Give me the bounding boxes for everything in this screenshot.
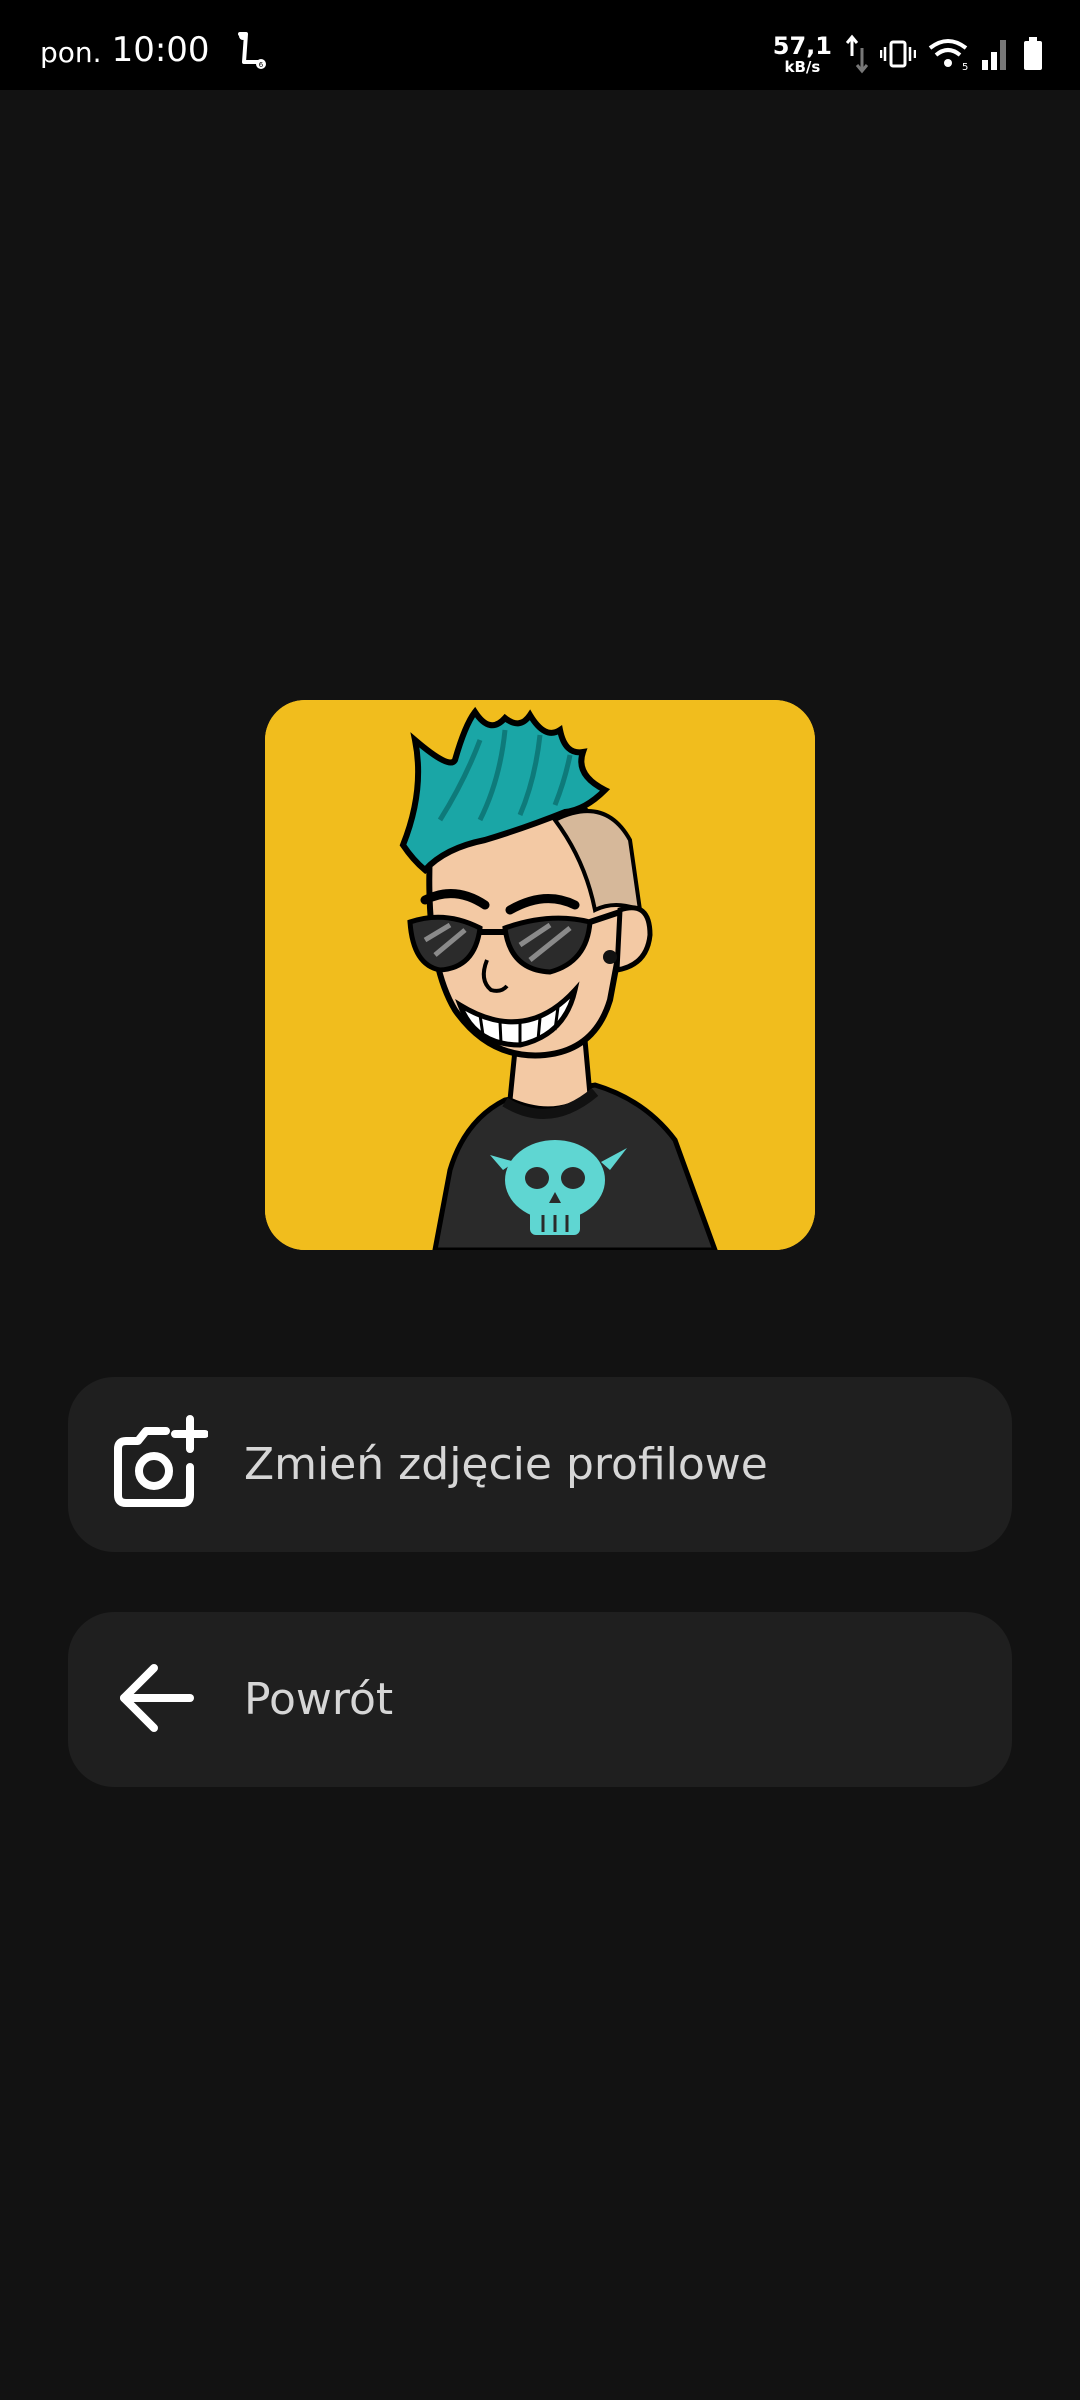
signal-icon (980, 36, 1010, 72)
status-time: 10:00 (111, 30, 210, 70)
battery-icon (1022, 36, 1044, 72)
profile-avatar (265, 700, 815, 1250)
vibrate-icon (880, 36, 916, 72)
back-label: Powrót (244, 1674, 394, 1725)
scooter-icon: 6 (234, 30, 268, 70)
change-profile-photo-button[interactable]: Zmień zdjęcie profilowe (68, 1377, 1012, 1552)
data-transfer-icon (846, 34, 868, 74)
wifi-icon: 5 (928, 36, 968, 72)
status-left: pon. 10:00 6 (40, 30, 268, 70)
svg-text:6: 6 (258, 61, 263, 69)
network-speed-value: 57,1 (772, 31, 832, 60)
cartoon-avatar-image (265, 700, 815, 1250)
status-bar: pon. 10:00 6 57,1 kB/s 5 (0, 0, 1080, 90)
status-right: 57,1 kB/s 5 (773, 32, 1044, 76)
back-button[interactable]: Powrót (68, 1612, 1012, 1787)
network-speed: 57,1 kB/s (773, 34, 832, 75)
add-photo-camera-icon (104, 1411, 209, 1515)
change-profile-photo-label: Zmień zdjęcie profilowe (244, 1439, 768, 1490)
network-speed-unit: kB/s (784, 57, 821, 76)
svg-text:5: 5 (962, 62, 968, 72)
status-day: pon. (40, 36, 102, 69)
arrow-left-icon (104, 1646, 208, 1750)
